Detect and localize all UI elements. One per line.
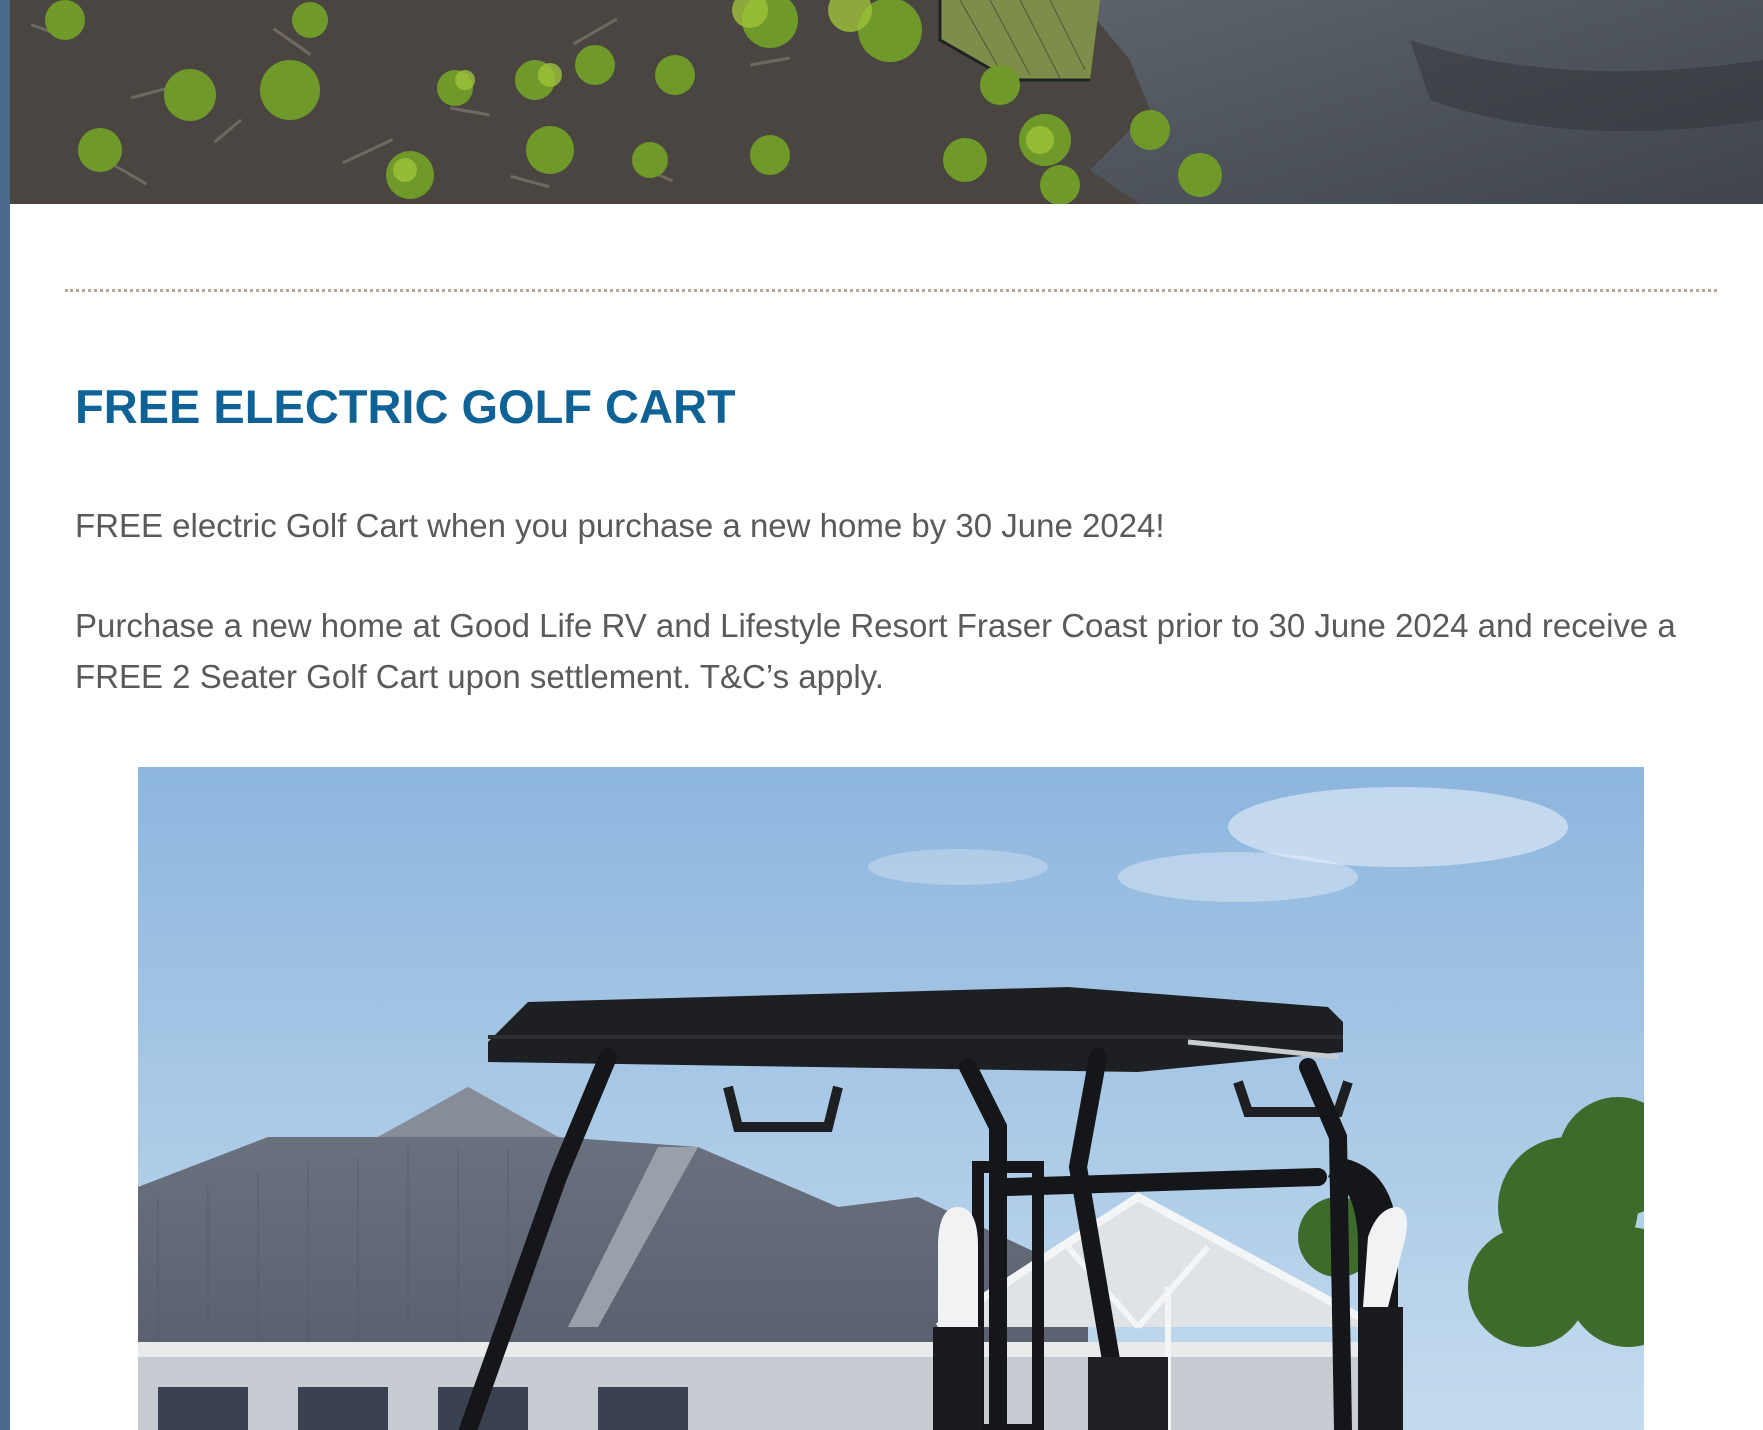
golf-cart-photo <box>138 767 1644 1430</box>
left-rail <box>0 0 10 1430</box>
promo-intro-text: FREE electric Golf Cart when you purchas… <box>75 507 1165 544</box>
hero-aerial-image <box>10 0 1763 204</box>
promo-details-text: Purchase a new home at Good Life RV and … <box>75 607 1676 695</box>
promo-title: FREE ELECTRIC GOLF CART <box>75 380 736 433</box>
section-divider <box>65 289 1717 292</box>
email-page: FREE ELECTRIC GOLF CART FREE electric Go… <box>0 0 1763 1430</box>
